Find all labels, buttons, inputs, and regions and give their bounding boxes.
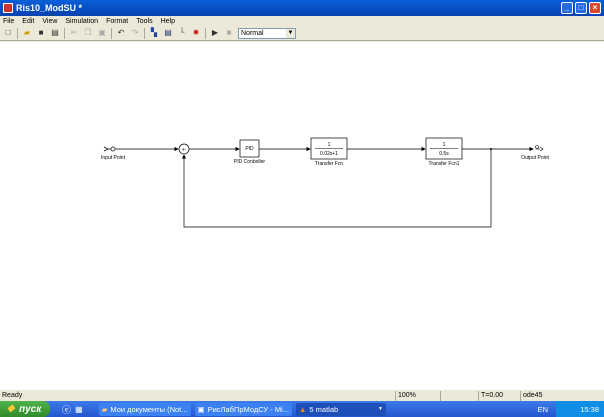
sum-signs: +- (182, 147, 187, 153)
separator (205, 27, 206, 39)
desktop-icon[interactable]: ▦ (75, 405, 83, 414)
save-icon[interactable]: ■ (36, 28, 46, 38)
menu-view[interactable]: View (42, 18, 57, 25)
output-point-block[interactable] (535, 145, 544, 152)
title-bar: Ris10_ModSU * _ □ × (0, 0, 604, 16)
toolbar: □ ▰ ■ ▤ ✂ ❐ ▣ ↶ ↷ ▚ ▤ ┗ ✹ ▶ ■ Normal ▼ (0, 26, 604, 41)
word-icon: ▣ (197, 404, 205, 414)
task-my-documents[interactable]: ▰ Мои документы (Not... (98, 402, 191, 416)
matlab-icon: ▲ (298, 404, 307, 414)
start-simulation-icon[interactable]: ▶ (210, 28, 220, 38)
minimize-button[interactable]: _ (561, 2, 573, 14)
model-canvas[interactable]: Input Point +- PID PID Conboller 1 0.02s… (0, 42, 604, 390)
menu-format[interactable]: Format (106, 18, 128, 25)
solver: ode45 (520, 391, 604, 401)
input-point-block[interactable] (103, 146, 116, 152)
language-indicator[interactable]: EN (538, 405, 548, 414)
menu-help[interactable]: Help (161, 18, 175, 25)
transfer-fcn1-label: Transfer Fcn1 (429, 161, 460, 167)
block-diagram: Input Point +- PID PID Conboller 1 0.02s… (101, 137, 550, 228)
sim-time: T=0.00 (478, 391, 520, 401)
chevron-down-icon: ▼ (286, 28, 295, 38)
clock[interactable]: 15:38 (580, 405, 599, 414)
menu-file[interactable]: File (3, 18, 14, 25)
hierarchy-icon[interactable]: ┗ (177, 28, 187, 38)
new-icon[interactable]: □ (3, 28, 13, 38)
print-icon[interactable]: ▤ (50, 28, 60, 38)
tf2-numerator: 1 (443, 142, 446, 148)
menu-bar: File Edit View Simulation Format Tools H… (0, 16, 604, 26)
output-point-label: Output Point (521, 155, 549, 161)
menu-simulation[interactable]: Simulation (65, 18, 98, 25)
simulink-icon (3, 3, 13, 13)
separator (111, 27, 112, 39)
model-explorer-icon[interactable]: ▤ (163, 28, 173, 38)
separator (144, 27, 145, 39)
pid-block-text: PID (245, 146, 254, 152)
taskbar: ❖ пуск ⓔ ▦ ▰ Мои документы (Not... ▣ Рис… (0, 401, 604, 417)
status-empty (440, 391, 478, 401)
copy-icon[interactable]: ❐ (83, 28, 93, 38)
library-browser-icon[interactable]: ▚ (149, 28, 159, 38)
start-button[interactable]: ❖ пуск (0, 401, 50, 417)
task-matlab-group[interactable]: ▲ 5 matlab ▼ (295, 402, 386, 416)
open-icon[interactable]: ▰ (22, 28, 32, 38)
window-title: Ris10_ModSU * (16, 3, 83, 13)
tf2-denominator: 0.5s (439, 151, 449, 157)
maximize-button[interactable]: □ (575, 2, 587, 14)
separator (64, 27, 65, 39)
stop-simulation-icon[interactable]: ■ (224, 28, 234, 38)
close-button[interactable]: × (589, 2, 601, 14)
separator (17, 27, 18, 39)
zoom-level: 100% (395, 391, 440, 401)
status-text: Ready (2, 392, 23, 399)
paste-icon[interactable]: ▣ (97, 28, 107, 38)
pid-controller-label: PID Conboller (234, 159, 265, 165)
task-word-document[interactable]: ▣ РисЛабПрМодСУ - Mi... (194, 402, 292, 416)
chevron-down-icon: ▼ (378, 406, 383, 412)
cut-icon[interactable]: ✂ (69, 28, 79, 38)
menu-edit[interactable]: Edit (22, 18, 34, 25)
redo-icon[interactable]: ↷ (130, 28, 140, 38)
input-point-label: Input Point (101, 155, 126, 161)
tf1-numerator: 1 (328, 142, 331, 148)
windows-logo-icon: ❖ (6, 403, 15, 415)
tf1-denominator: 0.02s+1 (320, 151, 338, 157)
status-bar: Ready 100% T=0.00 ode45 (0, 391, 604, 401)
ie-icon[interactable]: ⓔ (62, 403, 71, 416)
undo-icon[interactable]: ↶ (116, 28, 126, 38)
menu-tools[interactable]: Tools (136, 18, 152, 25)
transfer-fcn-label: Transfer Fcn (315, 161, 343, 167)
system-tray: 15:38 (556, 401, 604, 417)
simulation-mode-select[interactable]: Normal ▼ (238, 27, 296, 39)
debug-icon[interactable]: ✹ (191, 28, 201, 38)
folder-icon: ▰ (101, 404, 108, 414)
